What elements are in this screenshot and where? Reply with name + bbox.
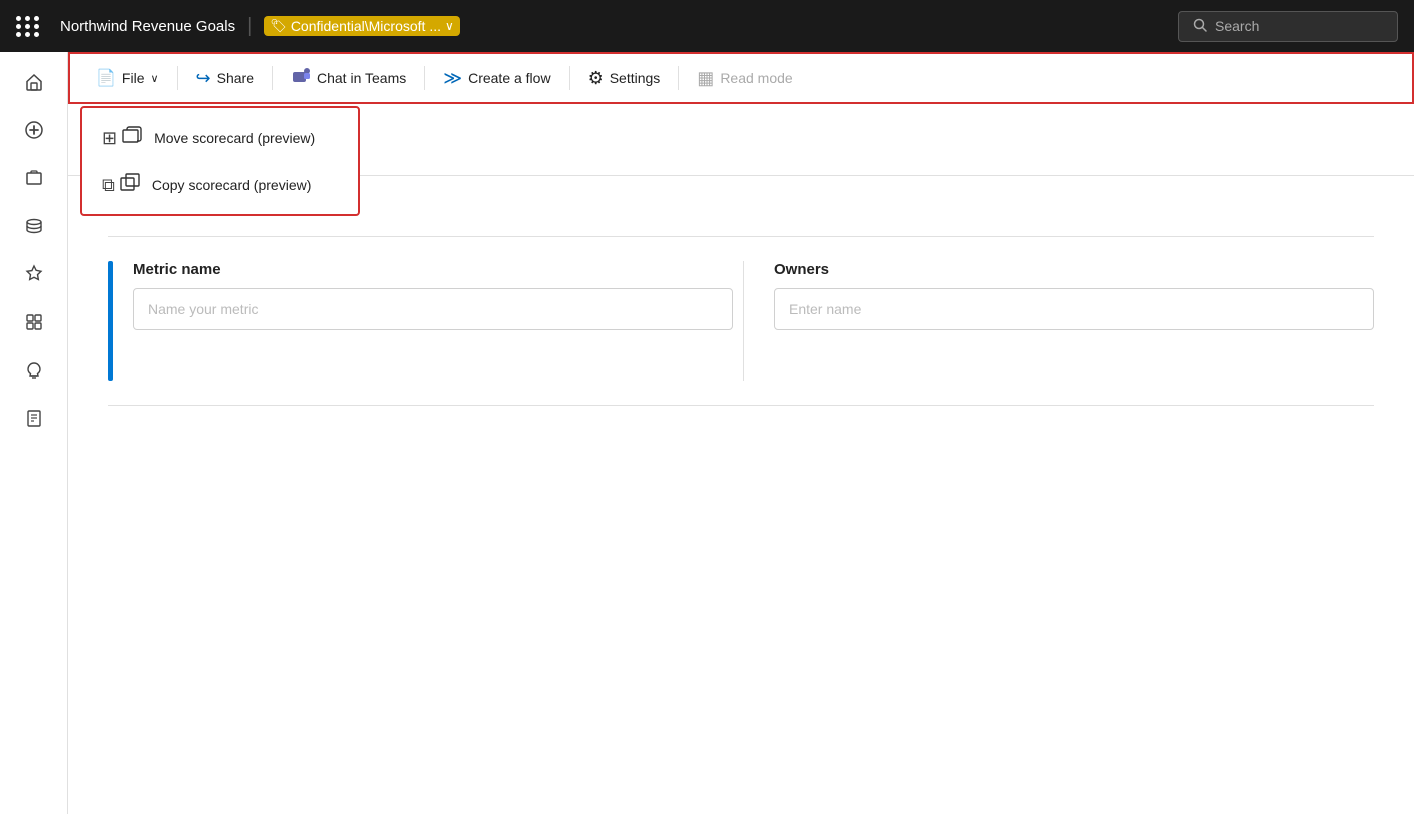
flow-button[interactable]: Create a flow [433, 62, 560, 95]
app-title: Northwind Revenue Goals [60, 18, 235, 35]
sidebar-item-browse[interactable] [12, 156, 56, 200]
toolbar-sep-2 [272, 66, 273, 90]
col-divider [743, 261, 744, 381]
settings-icon [588, 68, 604, 89]
move-scorecard-label: Move scorecard (preview) [154, 130, 315, 146]
teams-icon [291, 66, 311, 91]
sidebar-item-home[interactable] [12, 60, 56, 104]
file-label: File [122, 70, 145, 86]
topbar: Northwind Revenue Goals | 🏷 Confidential… [0, 0, 1414, 52]
sidebar-item-apps[interactable] [12, 300, 56, 344]
main-content: File ∨ Share Chat in Teams Crea [68, 52, 1414, 814]
file-dropdown: Move scorecard (preview) Copy scorecard … [80, 106, 360, 216]
workspace-label: Confidential\Microsoft ... [291, 18, 441, 34]
settings-button[interactable]: Settings [578, 62, 671, 95]
read-mode-icon [697, 68, 714, 89]
metric-name-input[interactable] [133, 288, 733, 330]
sidebar-item-deploy[interactable] [12, 348, 56, 392]
toolbar-sep-4 [569, 66, 570, 90]
toolbar-sep-3 [424, 66, 425, 90]
file-button[interactable]: File ∨ [86, 62, 169, 94]
metric-blue-accent [108, 261, 113, 381]
topbar-divider: | [247, 15, 252, 38]
sidebar-item-learn[interactable] [12, 396, 56, 440]
metric-name-col: Metric name [133, 261, 733, 330]
move-scorecard-item[interactable]: Move scorecard (preview) [82, 114, 358, 161]
copy-scorecard-label: Copy scorecard (preview) [152, 177, 312, 193]
search-label: Search [1215, 18, 1259, 34]
search-box[interactable]: Search [1178, 11, 1398, 42]
owners-col: Owners [774, 261, 1374, 330]
workspace-chevron-icon[interactable]: ∨ [445, 19, 454, 33]
teams-button[interactable]: Chat in Teams [281, 60, 416, 97]
owners-input[interactable] [774, 288, 1374, 330]
app-grid-icon[interactable] [16, 16, 40, 37]
teams-label: Chat in Teams [317, 70, 406, 86]
copy-scorecard-icon [102, 173, 140, 196]
sidebar [0, 52, 68, 814]
copy-scorecard-item[interactable]: Copy scorecard (preview) [82, 161, 358, 208]
search-icon [1193, 18, 1207, 35]
tag-icon: 🏷 [270, 18, 287, 34]
sidebar-item-create[interactable] [12, 108, 56, 152]
layout: File ∨ Share Chat in Teams Crea [0, 52, 1414, 814]
toolbar-sep-1 [177, 66, 178, 90]
file-icon [96, 68, 116, 88]
share-label: Share [217, 70, 254, 86]
read-mode-button[interactable]: Read mode [687, 62, 802, 95]
owners-label: Owners [774, 261, 1374, 278]
toolbar: File ∨ Share Chat in Teams Crea [68, 52, 1414, 104]
read-mode-label: Read mode [720, 70, 792, 86]
sidebar-item-datastack[interactable] [12, 204, 56, 248]
file-chevron-icon: ∨ [150, 72, 158, 85]
metric-name-label: Metric name [133, 261, 733, 278]
share-button[interactable]: Share [186, 62, 264, 95]
sidebar-item-goals[interactable] [12, 252, 56, 296]
flow-label: Create a flow [468, 70, 550, 86]
settings-label: Settings [610, 70, 661, 86]
share-icon [196, 68, 211, 89]
tag-badge: 🏷 Confidential\Microsoft ... ∨ [264, 16, 459, 36]
move-scorecard-icon [102, 126, 142, 149]
metric-form-row: Metric name Owners [108, 236, 1374, 406]
toolbar-sep-5 [678, 66, 679, 90]
flow-icon [443, 68, 462, 89]
